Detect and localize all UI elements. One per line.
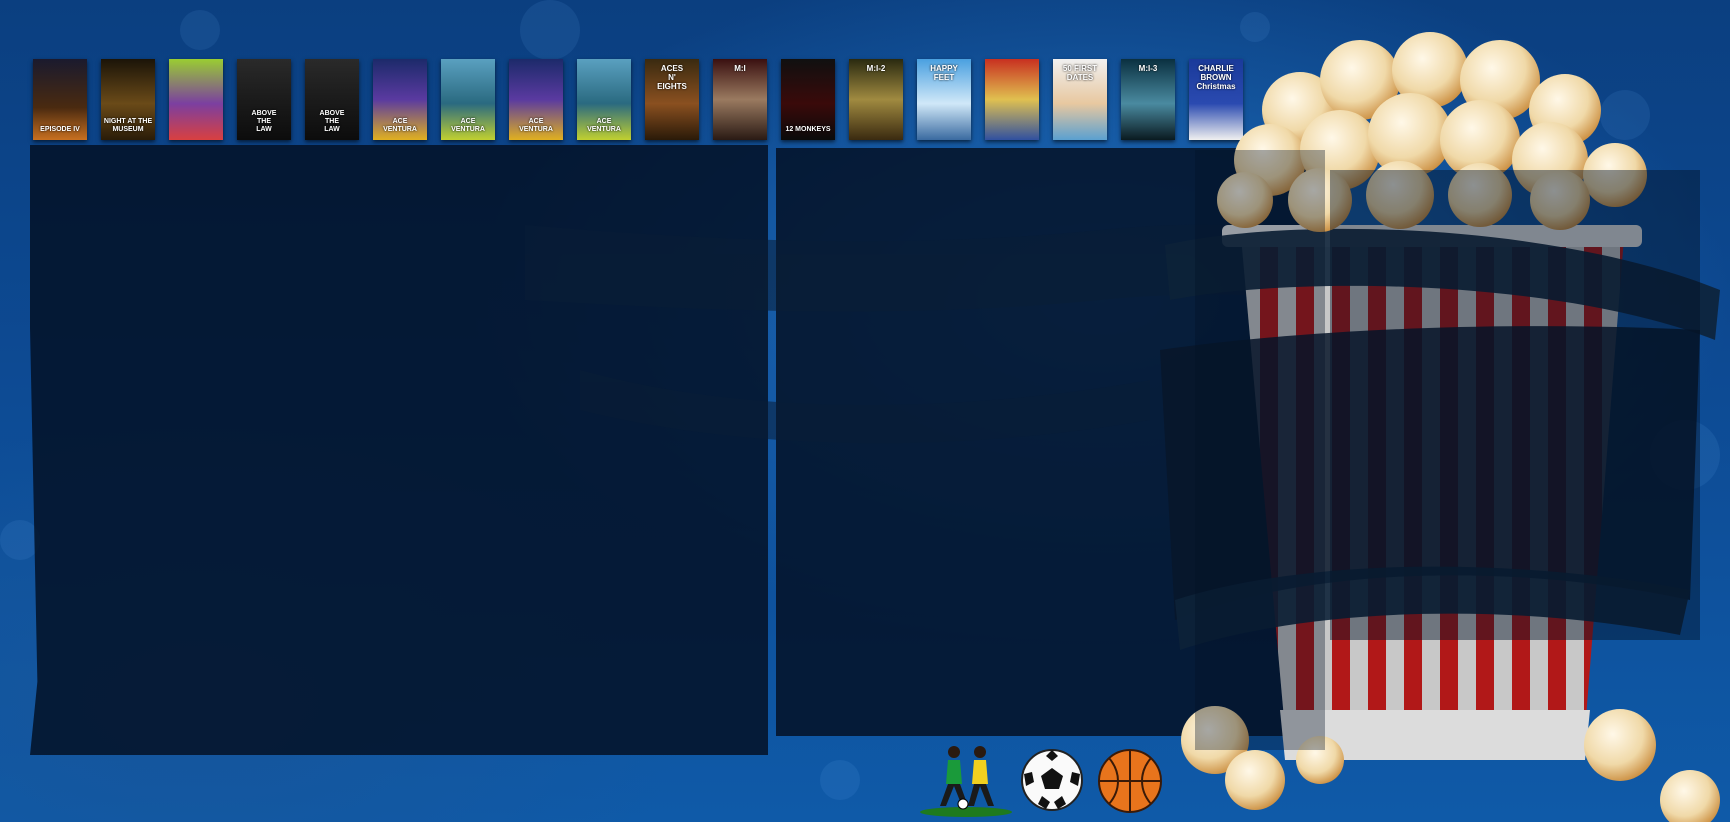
night-at-the-museum-poster[interactable]: NIGHT AT THE MUSEUM (101, 59, 155, 140)
overlay-right (1330, 170, 1700, 640)
content-panel-left (30, 145, 768, 755)
poster-title: M:I (734, 64, 746, 73)
poster-title: 50 FIRST DATES (1062, 64, 1098, 82)
mission-impossible-poster[interactable]: M:I (713, 59, 767, 140)
ace-ventura-poster-1[interactable]: ACE VENTURA (373, 59, 427, 140)
poster-title: 12 MONKEYS (785, 126, 831, 133)
happy-feet-poster[interactable]: HAPPY FEET (917, 59, 971, 140)
veggietales-poster[interactable] (169, 59, 223, 140)
ace-ventura-poster-4[interactable]: ACE VENTURA (577, 59, 631, 140)
poster-title: M:I-3 (1138, 64, 1158, 73)
background-bokeh (1240, 12, 1270, 42)
background-bokeh (1600, 90, 1650, 140)
star-wars-poster[interactable]: EPISODE IV (33, 59, 87, 140)
background-bokeh (1650, 420, 1720, 490)
background-bokeh (0, 520, 40, 560)
soccer-ball-icon[interactable] (1020, 748, 1084, 812)
poster-title: NIGHT AT THE MUSEUM (103, 118, 153, 133)
poster-title: HAPPY FEET (930, 64, 958, 82)
above-the-law-poster-1[interactable]: ABOVE THE LAW (237, 59, 291, 140)
poster-title: ACE VENTURA (587, 118, 621, 133)
content-panel-right (776, 148, 1326, 736)
12-monkeys-poster[interactable]: 12 MONKEYS (781, 59, 835, 140)
50-first-dates-poster[interactable]: 50 FIRST DATES (1053, 59, 1107, 140)
above-the-law-poster-2[interactable]: ABOVE THE LAW (305, 59, 359, 140)
basketball-icon[interactable] (1097, 748, 1163, 814)
poster-title: ACES N' EIGHTS (657, 64, 687, 91)
poster-title: CHARLIE BROWN Christmas (1196, 64, 1236, 91)
charlie-brown-christmas-poster[interactable]: CHARLIE BROWN Christmas (1189, 59, 1243, 140)
ace-ventura-poster-3[interactable]: ACE VENTURA (509, 59, 563, 140)
aces-n-eights-poster[interactable]: ACES N' EIGHTS (645, 59, 699, 140)
background-bokeh (180, 10, 220, 50)
poster-title: ACE VENTURA (383, 118, 417, 133)
poster-title: ABOVE THE LAW (319, 110, 345, 133)
mission-impossible-2-poster[interactable]: M:I-2 (849, 59, 903, 140)
poster-title: EPISODE IV (40, 126, 80, 133)
background-bokeh (520, 0, 580, 60)
poster-title: ABOVE THE LAW (251, 110, 277, 133)
comedy-collection-poster[interactable] (985, 59, 1039, 140)
background-bokeh (820, 760, 860, 800)
poster-title: M:I-2 (866, 64, 886, 73)
mission-impossible-3-poster[interactable]: M:I-3 (1121, 59, 1175, 140)
poster-title: ACE VENTURA (519, 118, 553, 133)
soccer-players-icon[interactable] (918, 740, 1014, 818)
poster-title: ACE VENTURA (451, 118, 485, 133)
ace-ventura-poster-2[interactable]: ACE VENTURA (441, 59, 495, 140)
